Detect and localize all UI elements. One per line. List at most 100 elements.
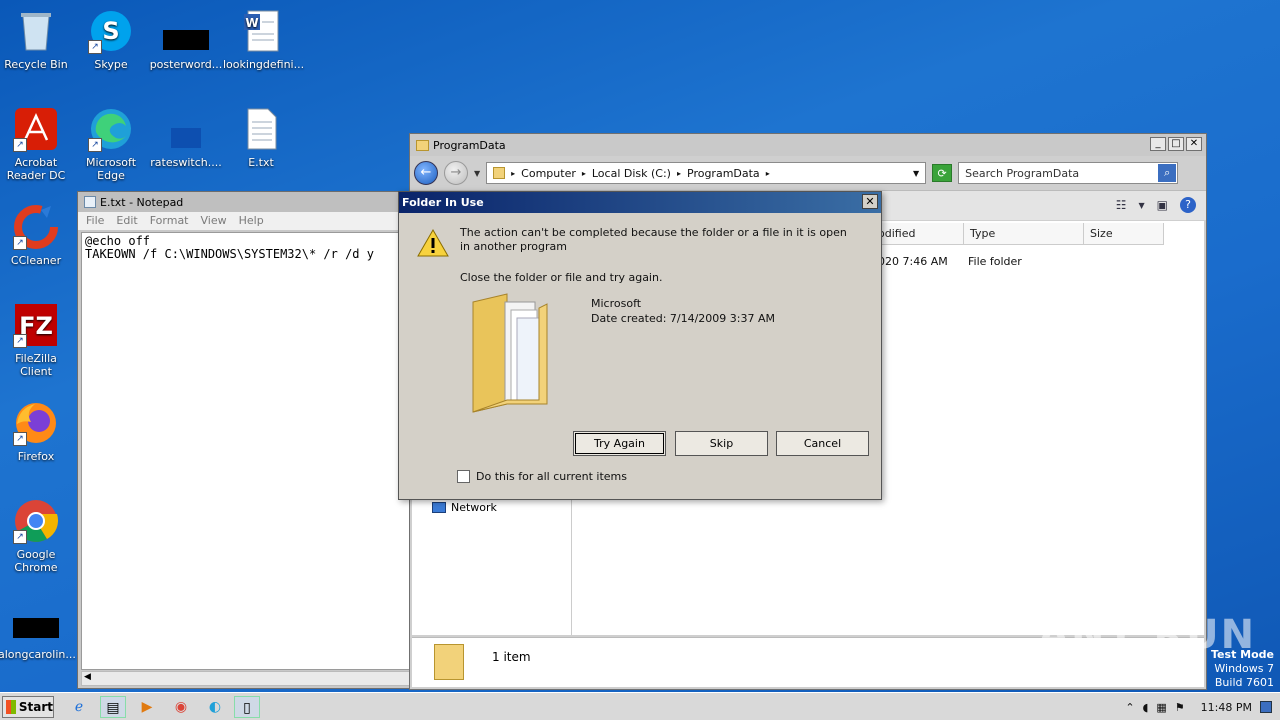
desktop-icon-skype[interactable]: S ↗ Skype bbox=[73, 8, 149, 71]
breadcrumb-separator-icon[interactable]: ▸ bbox=[511, 169, 515, 178]
warning-icon bbox=[417, 228, 449, 258]
desktop-icon-filezilla[interactable]: FZ ↗ FileZilla Client bbox=[0, 302, 74, 378]
shortcut-arrow-icon: ↗ bbox=[13, 334, 27, 348]
column-header-date-modified[interactable]: odified bbox=[872, 223, 964, 245]
desktop-icon-lookingdefini[interactable]: W lookingdefini... bbox=[223, 8, 304, 71]
breadcrumb-separator-icon[interactable]: ▸ bbox=[766, 169, 770, 178]
menu-help[interactable]: Help bbox=[239, 214, 264, 228]
folder-icon bbox=[493, 167, 506, 179]
dialog-title-bar[interactable]: Folder In Use ✕ bbox=[399, 192, 881, 213]
desktop-icon-firefox[interactable]: ↗ Firefox bbox=[0, 400, 74, 463]
column-header-size[interactable]: Size bbox=[1084, 223, 1164, 245]
desktop-icon-label: Acrobat Reader DC bbox=[6, 156, 66, 182]
folder-icon bbox=[416, 139, 429, 151]
maximize-button[interactable]: □ bbox=[1168, 137, 1184, 151]
apply-to-all-checkbox[interactable] bbox=[457, 470, 470, 483]
menu-file[interactable]: File bbox=[86, 214, 104, 228]
taskbar-notepad-icon[interactable]: ▯ bbox=[234, 696, 260, 718]
breadcrumb-separator-icon[interactable]: ▸ bbox=[677, 169, 681, 178]
tray-expand-icon[interactable]: ⌃ bbox=[1125, 701, 1134, 714]
show-desktop-icon[interactable] bbox=[1260, 701, 1272, 713]
back-button[interactable]: ← bbox=[414, 161, 438, 185]
notepad-text-area[interactable]: @echo off TAKEOWN /f C:\WINDOWS\SYSTEM32… bbox=[81, 232, 416, 670]
forward-button[interactable]: → bbox=[444, 161, 468, 185]
preview-pane-icon[interactable]: ▣ bbox=[1157, 198, 1168, 212]
address-dropdown-icon[interactable]: ▼ bbox=[913, 169, 919, 178]
row-type[interactable]: File folder bbox=[968, 255, 1022, 268]
nav-item-label: Network bbox=[451, 501, 497, 514]
refresh-button[interactable]: ⟳ bbox=[932, 164, 953, 182]
start-label: Start bbox=[18, 700, 53, 714]
try-again-button[interactable]: Try Again bbox=[573, 431, 666, 456]
search-icon[interactable]: ⌕ bbox=[1158, 164, 1177, 182]
desktop-icon-ccleaner[interactable]: ↗ CCleaner bbox=[0, 204, 74, 267]
folder-icon bbox=[434, 644, 464, 680]
view-options-icon[interactable]: ☷ bbox=[1116, 198, 1127, 212]
skip-button[interactable]: Skip bbox=[675, 431, 768, 456]
taskbar-explorer-icon[interactable]: ▤ bbox=[100, 696, 126, 718]
skype-icon: S ↗ bbox=[88, 8, 134, 54]
breadcrumb-programdata[interactable]: ProgramData bbox=[687, 167, 760, 180]
cancel-button[interactable]: Cancel bbox=[776, 431, 869, 456]
nav-item-network[interactable]: Network bbox=[432, 501, 497, 514]
taskbar-ie-icon[interactable]: ℯ bbox=[66, 696, 92, 718]
word-doc-icon: W bbox=[238, 8, 284, 54]
explorer-title-bar[interactable]: ProgramData bbox=[410, 134, 1206, 156]
desktop-icon-rateswitch[interactable]: rateswitch.... bbox=[148, 106, 224, 169]
menu-view[interactable]: View bbox=[201, 214, 227, 228]
address-bar[interactable]: ▸ Computer ▸ Local Disk (C:) ▸ ProgramDa… bbox=[486, 162, 927, 184]
close-button[interactable]: ✕ bbox=[1186, 137, 1202, 151]
menu-format[interactable]: Format bbox=[150, 214, 189, 228]
notepad-title-bar[interactable]: E.txt - Notepad bbox=[78, 192, 416, 212]
dialog-close-button[interactable]: ✕ bbox=[862, 194, 878, 209]
notepad-icon bbox=[84, 196, 96, 208]
search-input[interactable]: Search ProgramData ⌕ bbox=[958, 162, 1179, 184]
open-folder-icon bbox=[467, 292, 563, 416]
desktop-icon-label: alongcarolin... bbox=[0, 648, 76, 661]
flag-icon[interactable]: ⚑ bbox=[1175, 701, 1185, 714]
notepad-menu-bar: File Edit Format View Help bbox=[78, 212, 416, 230]
filezilla-icon: FZ ↗ bbox=[13, 302, 59, 348]
desktop-icon-recycle-bin[interactable]: Recycle Bin bbox=[0, 8, 74, 71]
breadcrumb-local-disk[interactable]: Local Disk (C:) bbox=[592, 167, 671, 180]
minimize-button[interactable]: _ bbox=[1150, 137, 1166, 151]
file-icon bbox=[163, 106, 209, 152]
desktop-icon-label: CCleaner bbox=[10, 254, 62, 267]
taskbar-edge-icon[interactable]: ◐ bbox=[202, 696, 228, 718]
menu-edit[interactable]: Edit bbox=[116, 214, 137, 228]
start-button[interactable]: Start bbox=[2, 696, 54, 718]
scroll-left-icon[interactable]: ◀ bbox=[84, 672, 91, 682]
row-date-modified[interactable]: 020 7:46 AM bbox=[878, 255, 948, 268]
view-dropdown-icon[interactable]: ▼ bbox=[1139, 201, 1145, 210]
horizontal-scrollbar[interactable]: ◀ bbox=[81, 671, 416, 686]
breadcrumb-separator-icon[interactable]: ▸ bbox=[582, 169, 586, 178]
help-icon[interactable]: ? bbox=[1180, 197, 1196, 213]
shortcut-arrow-icon: ↗ bbox=[13, 236, 27, 250]
explorer-title: ProgramData bbox=[433, 138, 506, 152]
edge-icon: ↗ bbox=[88, 106, 134, 152]
test-mode-notice: Test Mode Windows 7 Build 7601 bbox=[1211, 648, 1274, 690]
network-icon bbox=[432, 502, 446, 513]
desktop-icon-etxt[interactable]: E.txt bbox=[223, 106, 299, 169]
clock[interactable]: 11:48 PM bbox=[1201, 701, 1252, 714]
windows-logo-icon bbox=[6, 700, 16, 714]
notepad-window[interactable]: E.txt - Notepad File Edit Format View He… bbox=[77, 191, 417, 689]
column-header-type[interactable]: Type bbox=[964, 223, 1084, 245]
folder-in-use-dialog[interactable]: Folder In Use ✕ The action can't be comp… bbox=[398, 191, 882, 500]
breadcrumb-computer[interactable]: Computer bbox=[521, 167, 576, 180]
desktop-icon-alongcarolin[interactable]: alongcarolin... bbox=[0, 598, 76, 661]
desktop-icon-posterword[interactable]: posterword... bbox=[148, 8, 224, 71]
network-tray-icon[interactable]: ▦ bbox=[1156, 701, 1166, 714]
notepad-title: E.txt - Notepad bbox=[100, 195, 184, 209]
firefox-icon: ↗ bbox=[13, 400, 59, 446]
volume-icon[interactable]: ◖ bbox=[1143, 701, 1149, 714]
taskbar-chrome-icon[interactable]: ◉ bbox=[168, 696, 194, 718]
desktop-icon-acrobat[interactable]: ↗ Acrobat Reader DC bbox=[0, 106, 74, 182]
desktop-icon-edge[interactable]: ↗ Microsoft Edge bbox=[73, 106, 149, 182]
shortcut-arrow-icon: ↗ bbox=[13, 138, 27, 152]
file-icon bbox=[163, 8, 209, 54]
desktop-icon-chrome[interactable]: ↗ Google Chrome bbox=[0, 498, 74, 574]
recent-pages-chevron-icon[interactable]: ▼ bbox=[474, 169, 480, 178]
apply-to-all-row[interactable]: Do this for all current items bbox=[457, 470, 627, 483]
taskbar-media-player-icon[interactable]: ▶ bbox=[134, 696, 160, 718]
